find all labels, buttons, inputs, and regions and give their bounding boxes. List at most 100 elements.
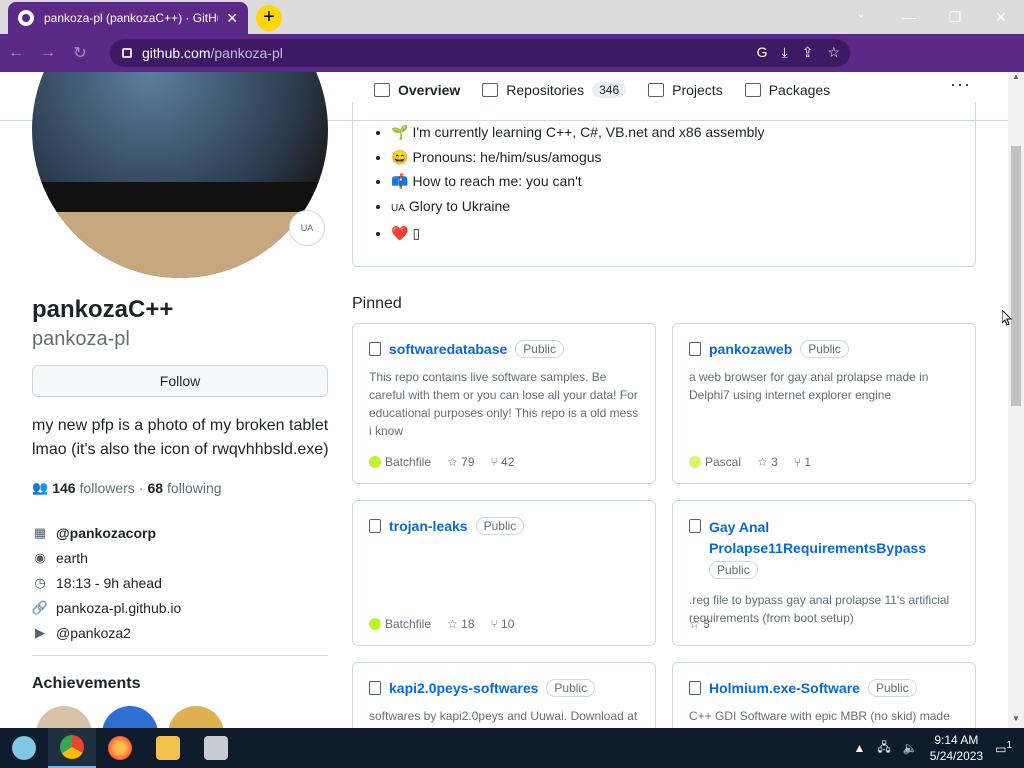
more-options-icon[interactable]: ··· <box>950 74 971 95</box>
achievement-badge[interactable] <box>168 706 224 728</box>
repo-name-link[interactable]: softwaredatabase <box>389 341 507 357</box>
bookmark-star-icon[interactable]: ☆ <box>827 44 840 61</box>
mailbox-icon: 📫 <box>391 173 409 189</box>
achievement-badge[interactable] <box>36 706 92 728</box>
volume-icon[interactable]: 🔈 <box>903 741 918 755</box>
profile-readme: 🌱I'm currently learning C++, C#, VB.net … <box>352 102 976 267</box>
url-host: github.com <box>142 45 211 61</box>
folder-icon <box>156 736 180 760</box>
repo-title-wrap: Gay Anal Prolapse11RequirementsBypass Pu… <box>709 517 959 581</box>
url-bar[interactable]: github.com/pankoza-pl G ⤓ ⇪ ☆ <box>110 39 850 67</box>
readme-text: I'm currently learning C++, C#, VB.net a… <box>412 124 765 140</box>
link-icon: 🔗 <box>31 599 49 615</box>
repo-language: Batchfile <box>385 617 432 631</box>
fork-icon: ⑂ <box>490 617 498 631</box>
language-color-icon <box>369 456 381 468</box>
taskbar-app[interactable] <box>192 728 240 768</box>
tray-chevron-icon[interactable]: ▲ <box>853 741 865 755</box>
tab-label: Projects <box>672 82 723 98</box>
repo-icon <box>689 681 701 695</box>
profile-login: pankoza-pl <box>32 328 130 350</box>
page-scrollbar[interactable]: ▲ ▼ <box>1008 72 1024 728</box>
close-window-icon[interactable]: ✕ <box>978 0 1024 34</box>
achievements-title[interactable]: Achievements <box>32 675 141 693</box>
network-icon[interactable]: 🖧 <box>877 738 890 759</box>
install-icon[interactable]: ⤓ <box>782 44 788 61</box>
repo-name-link[interactable]: pankozaweb <box>709 341 792 357</box>
followers-count[interactable]: 146 <box>52 480 75 496</box>
repo-name-link[interactable]: trojan-leaks <box>389 518 468 534</box>
chrome-icon <box>60 735 84 759</box>
reload-icon[interactable]: ↻ <box>64 43 96 63</box>
lock-icon[interactable] <box>122 48 132 58</box>
browser-tab[interactable]: pankoza-pl (pankozaC++) · GitHub ✕ <box>8 2 248 34</box>
start-button[interactable] <box>0 728 48 768</box>
taskbar-chrome[interactable] <box>48 728 96 768</box>
readme-item: UAGlory to Ukraine <box>391 194 975 222</box>
forks-link[interactable]: ⑂ 42 <box>491 455 515 469</box>
profile-details: ▦ @pankozacorp ◉ earth ◷ 18:13 - 9h ahead 🔗… <box>32 520 328 645</box>
minimize-icon[interactable]: — <box>886 0 932 34</box>
close-tab-icon[interactable]: ✕ <box>226 10 238 27</box>
heart-icon: ❤️ <box>391 225 409 241</box>
status-badge[interactable]: UA <box>289 210 325 246</box>
readme-item: 🌱I'm currently learning C++, C#, VB.net … <box>391 120 975 145</box>
repo-count-badge: 346 <box>592 82 627 98</box>
browser-tab-strip: pankoza-pl (pankozaC++) · GitHub ✕ + ⌄ —… <box>0 0 1024 34</box>
follow-button[interactable]: Follow <box>32 365 328 397</box>
stars-count: 79 <box>461 455 475 469</box>
ukraine-flag-icon: UA <box>391 202 405 214</box>
tab-packages[interactable]: Packages <box>744 82 830 98</box>
new-tab-button[interactable]: + <box>256 5 282 31</box>
avatar-photo-detail <box>32 212 328 278</box>
repo-description: a web browser for gay anal prolapse made… <box>689 370 929 402</box>
following-count[interactable]: 68 <box>147 480 163 496</box>
language-color-icon <box>369 618 381 630</box>
avatar[interactable] <box>32 72 328 278</box>
forks-count: 10 <box>501 617 515 631</box>
forks-link[interactable]: ⑂ 1 <box>794 455 811 469</box>
website-link[interactable]: pankoza-pl.github.io <box>56 600 181 616</box>
youtube-link[interactable]: @pankoza2 <box>56 625 131 641</box>
tab-label: Overview <box>398 82 461 98</box>
scroll-down-icon[interactable]: ▼ <box>1008 714 1024 728</box>
taskbar-explorer[interactable] <box>144 728 192 768</box>
repo-icon <box>689 342 701 356</box>
followers-label[interactable]: followers <box>80 480 135 496</box>
stars-link[interactable]: ☆ 3 <box>689 617 710 631</box>
stars-link[interactable]: ☆ 79 <box>447 455 474 469</box>
repo-name-link[interactable]: Gay Anal Prolapse11RequirementsBypass <box>709 519 926 556</box>
readme-text: Glory to Ukraine <box>408 197 511 214</box>
tab-title: pankoza-pl (pankozaC++) · GitHub <box>44 11 219 25</box>
google-icon[interactable]: G <box>757 44 768 61</box>
repo-name-link[interactable]: kapi2.0peys-softwares <box>389 680 538 696</box>
forward-icon[interactable]: → <box>32 44 64 62</box>
share-icon[interactable]: ⇪ <box>802 44 814 61</box>
notifications-icon[interactable]: ▭1 <box>995 740 1012 756</box>
following-label[interactable]: following <box>167 480 221 496</box>
achievement-badge[interactable] <box>102 706 158 728</box>
visibility-badge: Public <box>546 679 596 697</box>
tab-search-icon[interactable]: ⌄ <box>856 6 866 20</box>
tab-overview[interactable]: Overview <box>374 82 460 98</box>
clock[interactable]: 9:14 AM 5/24/2023 <box>930 732 983 764</box>
forks-count: 42 <box>501 455 515 469</box>
back-icon[interactable]: ← <box>0 44 32 62</box>
repo-language: Batchfile <box>385 455 432 469</box>
seedling-icon: 🌱 <box>391 124 409 140</box>
repo-name-link[interactable]: Holmium.exe-Software <box>709 680 860 696</box>
taskbar-firefox[interactable] <box>96 728 144 768</box>
location-text: earth <box>56 549 88 566</box>
restore-icon[interactable]: ❐ <box>932 0 978 34</box>
scroll-thumb[interactable] <box>1011 146 1021 406</box>
forks-link[interactable]: ⑂ 10 <box>491 617 515 631</box>
repo-icon <box>369 342 381 356</box>
scroll-up-icon[interactable]: ▲ <box>1008 72 1024 86</box>
stars-link[interactable]: ☆ 3 <box>757 455 778 469</box>
visibility-badge: Public <box>800 340 849 358</box>
org-link[interactable]: @pankozacorp <box>56 525 156 541</box>
stars-link[interactable]: ☆ 18 <box>447 617 474 631</box>
tab-projects[interactable]: Projects <box>648 82 723 98</box>
tab-label: Repositories <box>506 82 585 98</box>
tab-repositories[interactable]: Repositories 346 <box>482 82 627 98</box>
